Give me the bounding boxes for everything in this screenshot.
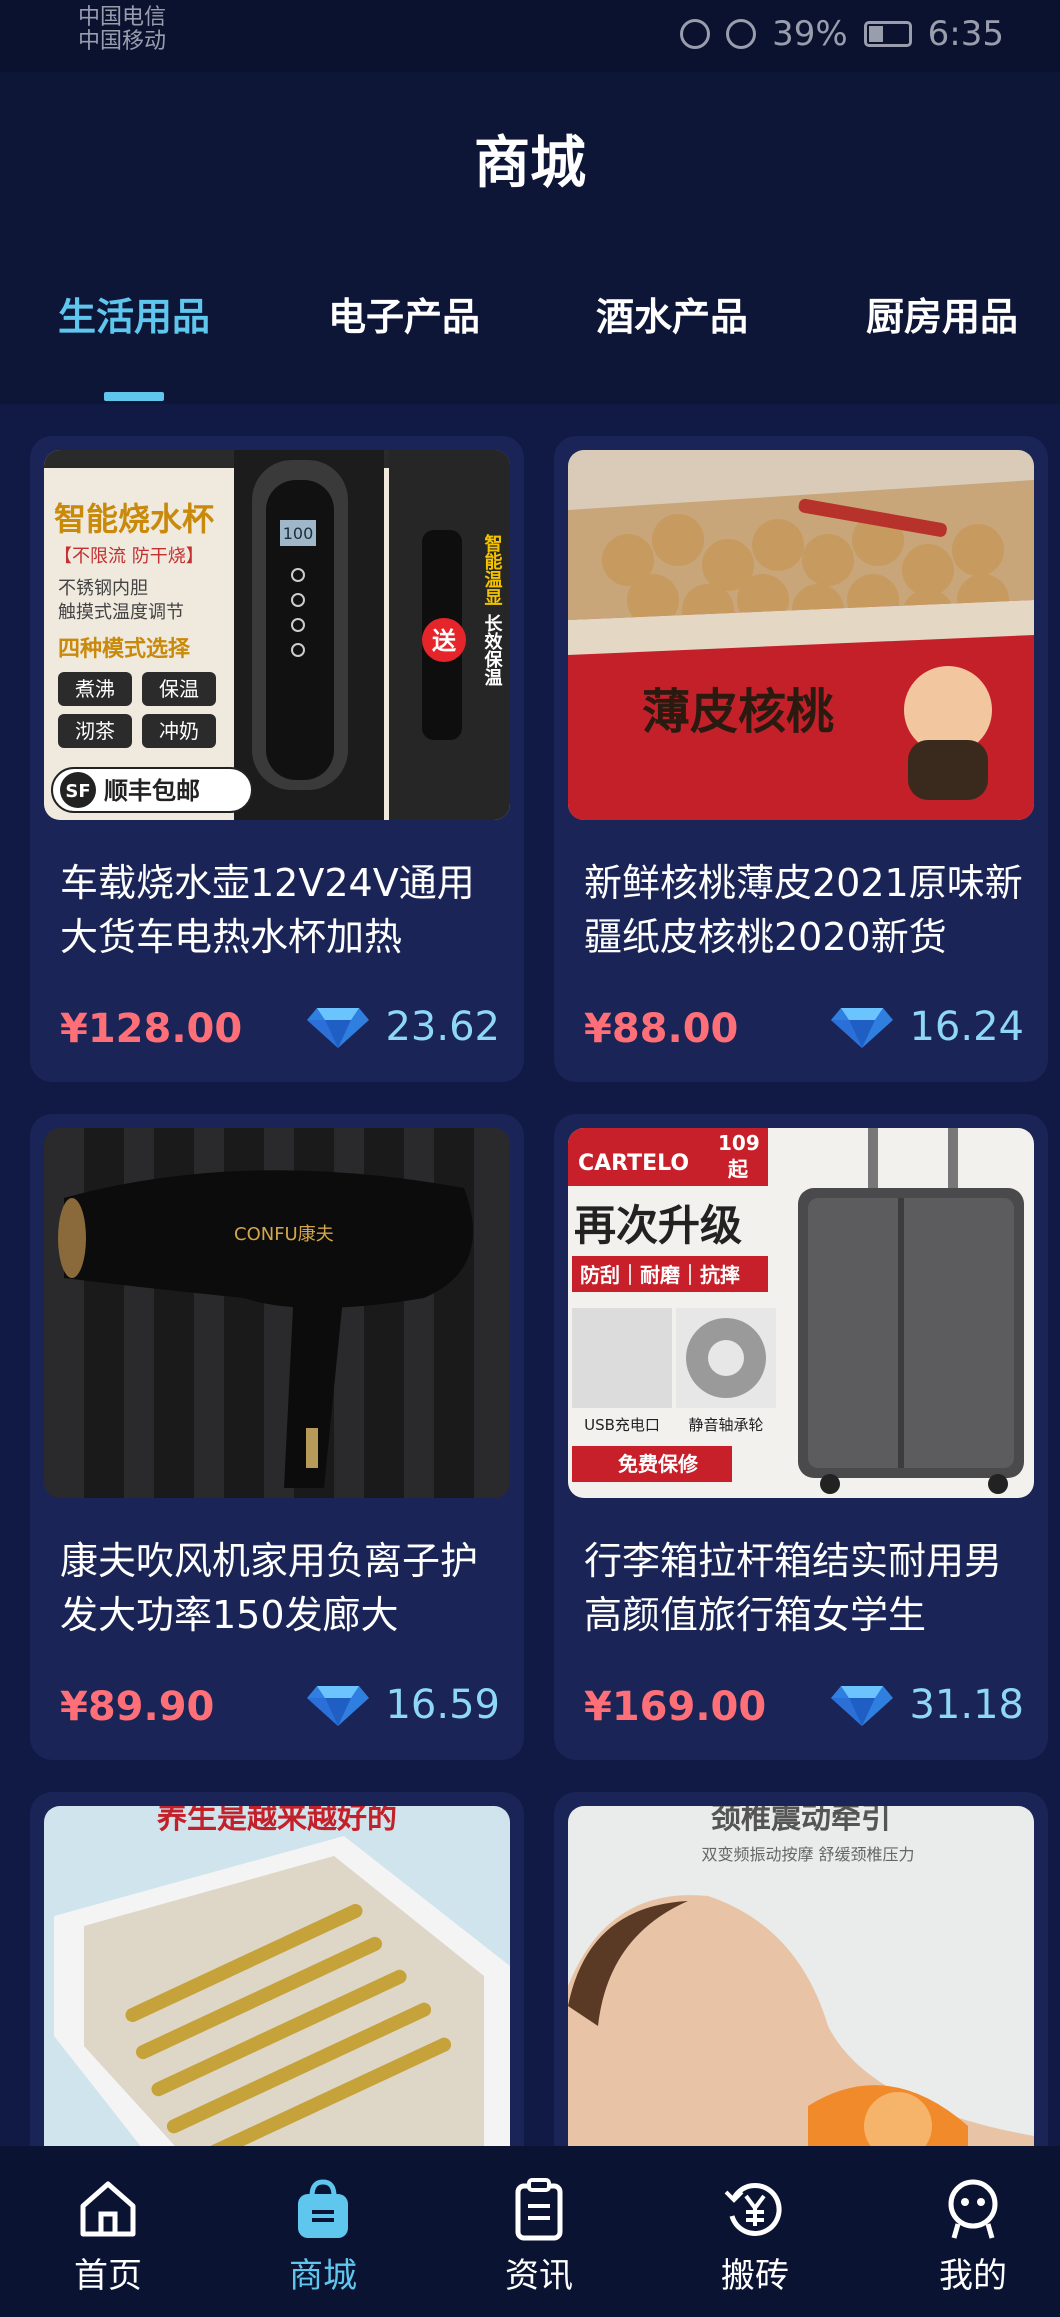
battery-icon bbox=[863, 21, 912, 47]
svg-text:防刮｜耐磨｜抗摔: 防刮｜耐磨｜抗摔 bbox=[580, 1263, 740, 1287]
tab-indicator bbox=[104, 392, 164, 401]
status-bar: 中国电信 中国移动 39% 6:35 bbox=[0, 0, 1060, 72]
product-card[interactable]: 颈椎震动牵引 双变频振动按摩 舒缓颈椎压力 bbox=[554, 1792, 1048, 2192]
nav-work[interactable]: 搬砖 bbox=[680, 2176, 830, 2297]
gem-value: 16.24 bbox=[909, 1004, 1024, 1050]
product-image: CONFU康夫 bbox=[44, 1128, 510, 1498]
diamond-icon bbox=[307, 1686, 370, 1726]
carrier-2: 中国移动 bbox=[78, 29, 167, 54]
product-card[interactable]: 养生是越来越好的 bbox=[30, 1792, 524, 2192]
gem-reward: 23.62 bbox=[307, 1004, 500, 1050]
svg-text:冲奶: 冲奶 bbox=[159, 719, 199, 743]
gem-value: 23.62 bbox=[385, 1004, 500, 1050]
svg-text:起: 起 bbox=[727, 1157, 749, 1181]
svg-text:沏茶: 沏茶 bbox=[75, 719, 115, 743]
gem-value: 16.59 bbox=[385, 1682, 500, 1728]
shopping-bag-icon bbox=[298, 2179, 348, 2238]
carrier-1: 中国电信 bbox=[78, 5, 167, 30]
product-name: 新鲜核桃薄皮2021原味新疆纸皮核桃2020新货 bbox=[584, 861, 1023, 959]
svg-text:CONFU康夫: CONFU康夫 bbox=[234, 1224, 334, 1245]
svg-text:四种模式选择: 四种模式选择 bbox=[58, 636, 191, 662]
nav-profile[interactable]: 我的 bbox=[898, 2176, 1048, 2297]
svg-text:触摸式温度调节: 触摸式温度调节 bbox=[58, 602, 184, 623]
gem-value: 31.18 bbox=[909, 1682, 1024, 1728]
svg-text:薄皮核桃: 薄皮核桃 bbox=[642, 684, 834, 740]
svg-text:再次升级: 再次升级 bbox=[574, 1201, 742, 1250]
clipboard-icon bbox=[515, 2178, 563, 2241]
battery-percent: 39% bbox=[772, 14, 848, 54]
product-image: 养生是越来越好的 bbox=[44, 1806, 510, 2176]
svg-text:静音轴承轮: 静音轴承轮 bbox=[688, 1416, 763, 1434]
svg-text:USB充电口: USB充电口 bbox=[584, 1416, 660, 1434]
yuan-coin-icon bbox=[724, 2183, 782, 2236]
svg-text:100: 100 bbox=[283, 524, 314, 543]
svg-text:保温: 保温 bbox=[159, 677, 199, 701]
product-image: 颈椎震动牵引 双变频振动按摩 舒缓颈椎压力 bbox=[568, 1806, 1034, 2176]
product-price: ¥88.00 bbox=[584, 1006, 739, 1052]
gem-reward: 16.59 bbox=[307, 1682, 500, 1728]
svg-text:不锈钢内胆: 不锈钢内胆 bbox=[58, 578, 148, 599]
tab-kitchen[interactable]: 厨房用品 bbox=[866, 286, 1018, 341]
product-price: ¥169.00 bbox=[584, 1684, 767, 1730]
nav-home[interactable]: 首页 bbox=[33, 2176, 183, 2297]
tab-daily-goods[interactable]: 生活用品 bbox=[58, 286, 210, 341]
clock: 6:35 bbox=[927, 14, 1004, 54]
category-tabs: 生活用品 电子产品 酒水产品 厨房用品 bbox=[0, 286, 1060, 406]
svg-text:双变频振动按摩 舒缓颈椎压力: 双变频振动按摩 舒缓颈椎压力 bbox=[701, 1845, 914, 1864]
product-image: CARTELO 109 起 再次升级 防刮｜耐磨｜抗摔 USB充电口 静音轴承轮… bbox=[568, 1128, 1034, 1498]
product-card[interactable]: 薄皮核桃 新鲜核桃薄皮2021原味新疆纸皮核桃2020新货 ¥88.00 16.… bbox=[554, 436, 1048, 1082]
svg-text:顺丰包邮: 顺丰包邮 bbox=[104, 777, 200, 805]
bottom-nav: 首页 商城 资讯 搬砖 我的 bbox=[0, 2146, 1060, 2317]
svg-text:【不限流 防干烧】: 【不限流 防干烧】 bbox=[54, 546, 204, 567]
product-image: 薄皮核桃 bbox=[568, 450, 1034, 820]
nav-mall[interactable]: 商城 bbox=[248, 2176, 398, 2297]
product-name: 车载烧水壶12V24V通用大货车电热水杯加热 bbox=[60, 861, 475, 959]
diamond-icon bbox=[831, 1686, 894, 1726]
product-name: 行李箱拉杆箱结实耐用男高颜值旅行箱女学生 bbox=[584, 1539, 1003, 1637]
nav-news[interactable]: 资讯 bbox=[464, 2176, 614, 2297]
page-title: 商城 bbox=[474, 131, 586, 196]
home-icon bbox=[80, 2181, 136, 2237]
nav-label: 资讯 bbox=[505, 2256, 573, 2296]
nav-label: 我的 bbox=[939, 2256, 1007, 2296]
diamond-icon bbox=[831, 1008, 894, 1048]
tab-beverages[interactable]: 酒水产品 bbox=[596, 286, 748, 341]
profile-face-icon bbox=[948, 2179, 998, 2239]
tab-electronics[interactable]: 电子产品 bbox=[328, 286, 480, 341]
gem-reward: 16.24 bbox=[831, 1004, 1024, 1050]
svg-text:长效保温: 长效保温 bbox=[482, 614, 504, 686]
product-card[interactable]: CARTELO 109 起 再次升级 防刮｜耐磨｜抗摔 USB充电口 静音轴承轮… bbox=[554, 1114, 1048, 1760]
svg-text:养生是越来越好的: 养生是越来越好的 bbox=[157, 1806, 397, 1836]
diamond-icon bbox=[307, 1008, 370, 1048]
svg-text:免费保修: 免费保修 bbox=[618, 1452, 699, 1476]
silent-icon bbox=[726, 19, 757, 49]
product-card[interactable]: CONFU康夫 康夫吹风机家用负离子护发大功率150发廊大 ¥89.90 16.… bbox=[30, 1114, 524, 1760]
svg-text:颈椎震动牵引: 颈椎震动牵引 bbox=[711, 1806, 891, 1836]
svg-text:CARTELO: CARTELO bbox=[578, 1151, 689, 1176]
status-indicators: 39% 6:35 bbox=[680, 14, 1004, 54]
svg-text:送: 送 bbox=[432, 627, 457, 655]
svg-text:智能烧水杯: 智能烧水杯 bbox=[54, 500, 214, 538]
product-price: ¥128.00 bbox=[60, 1006, 243, 1052]
carrier-info: 中国电信 中国移动 bbox=[78, 6, 166, 54]
product-price: ¥89.90 bbox=[60, 1684, 215, 1730]
svg-text:109: 109 bbox=[718, 1131, 760, 1155]
eye-icon bbox=[680, 19, 711, 49]
svg-text:煮沸: 煮沸 bbox=[75, 677, 115, 701]
gem-reward: 31.18 bbox=[831, 1682, 1024, 1728]
nav-label: 搬砖 bbox=[721, 2256, 789, 2296]
product-name: 康夫吹风机家用负离子护发大功率150发廊大 bbox=[60, 1539, 479, 1637]
product-image: 100 送 智能温显 长效保温 智能烧水杯 【不限流 防干烧】 不锈钢内胆 触摸… bbox=[44, 450, 510, 820]
nav-label: 商城 bbox=[289, 2256, 357, 2296]
nav-label: 首页 bbox=[74, 2256, 142, 2296]
svg-text:智能温显: 智能温显 bbox=[482, 533, 503, 606]
svg-text:SF: SF bbox=[65, 781, 90, 802]
product-card[interactable]: 100 送 智能温显 长效保温 智能烧水杯 【不限流 防干烧】 不锈钢内胆 触摸… bbox=[30, 436, 524, 1082]
